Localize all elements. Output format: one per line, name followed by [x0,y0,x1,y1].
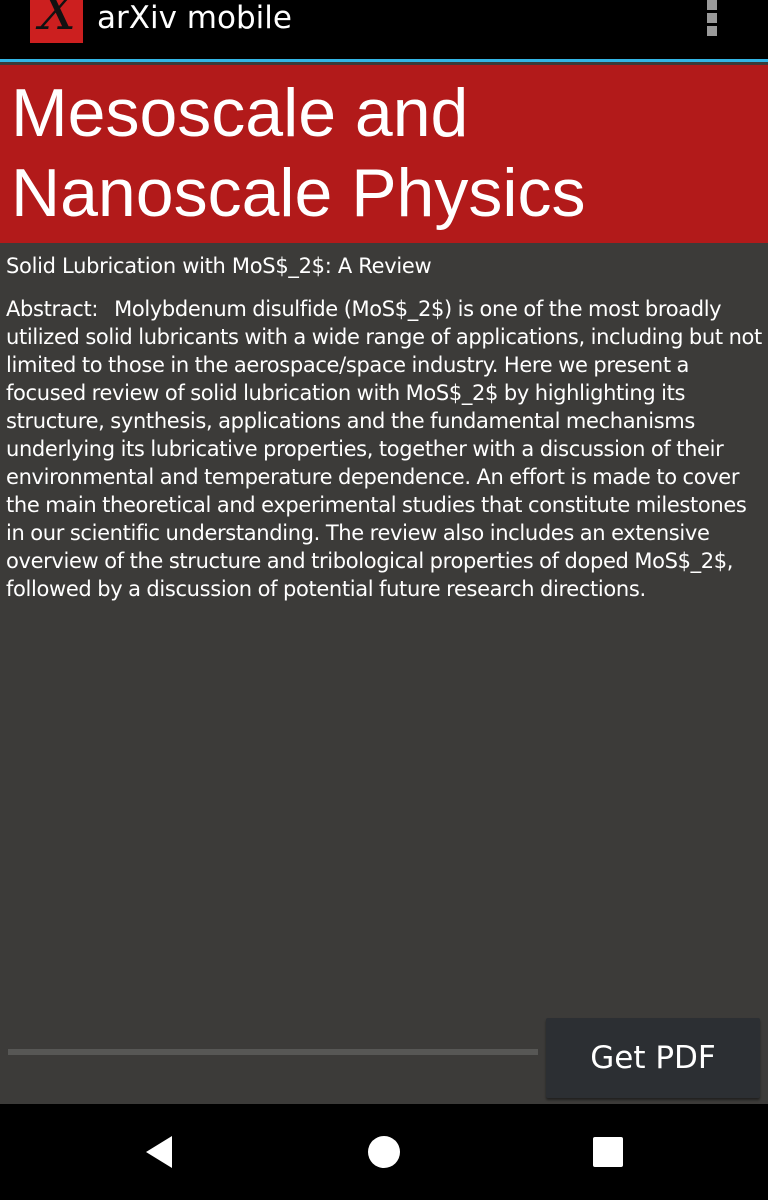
abstract-label: Abstract: [6,297,99,321]
paper-title: Solid Lubrication with MoS$_2$: A Review [6,254,432,278]
app-title: arXiv mobile [97,0,292,36]
overflow-menu-dot [707,13,717,23]
category-header: Mesoscale and Nanoscale Physics [0,65,768,243]
action-bar: X arXiv mobile [0,0,768,62]
navigation-bar [0,1104,768,1200]
abstract: Abstract: Molybdenum disulfide (MoS$_2$) … [6,295,764,603]
back-triangle-icon[interactable] [140,1130,184,1174]
category-title: Mesoscale and Nanoscale Physics [11,75,586,231]
abstract-text: Molybdenum disulfide (MoS$_2$) is one of… [6,297,762,601]
overflow-menu-icon[interactable] [700,0,724,40]
get-pdf-button[interactable]: Get PDF [546,1018,760,1098]
home-circle-icon[interactable] [362,1130,406,1174]
overflow-menu-dot [707,0,717,10]
arxiv-logo-letter: X [39,0,77,42]
overflow-menu-dot [707,26,717,36]
download-progress-bar [8,1049,538,1055]
arxiv-logo-icon: X [30,0,83,43]
recents-square-icon[interactable] [586,1130,630,1174]
